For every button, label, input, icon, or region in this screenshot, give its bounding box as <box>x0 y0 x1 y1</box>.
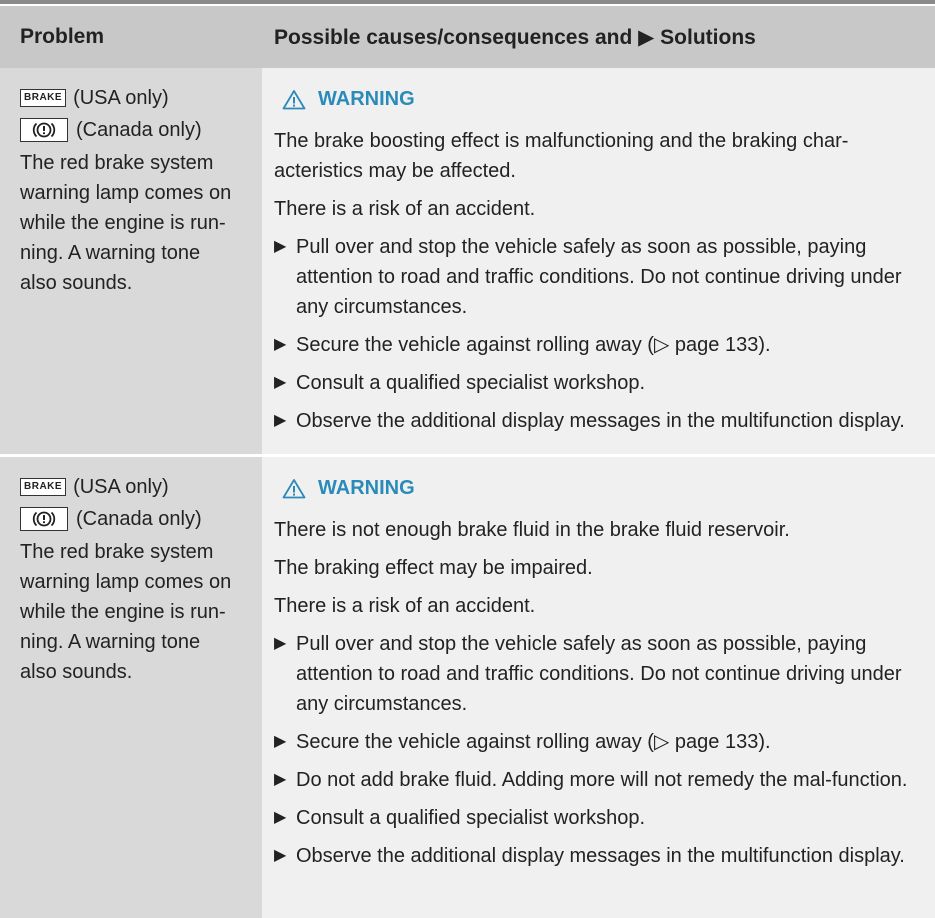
warning-text: The brake boosting effect is malfunction… <box>274 126 921 186</box>
warning-triangle-icon <box>282 89 306 110</box>
table-header-row: Problem Possible causes/consequences and… <box>0 6 935 68</box>
step-text: Secure the vehicle against rolling away … <box>296 731 771 753</box>
step-text: Do not add brake fluid. Adding more will… <box>296 769 907 791</box>
lamp-usa-label: (USA only) <box>73 472 169 502</box>
warning-triangle-icon <box>282 478 306 499</box>
warning-text-line: acteristics may be affected. <box>274 156 921 186</box>
step-text: Consult a qualified specialist workshop. <box>296 372 645 394</box>
brake-lamp-icon: BRAKE <box>20 89 66 107</box>
instruction-step: ▶ Consult a qualified specialist workshop… <box>274 803 921 833</box>
manual-page: Problem Possible causes/consequences and… <box>0 0 935 906</box>
lamp-canada-label: (Canada only) <box>76 115 202 145</box>
problem-header-label: Problem <box>20 25 104 48</box>
problem-line: while the engine is run- <box>20 208 252 238</box>
lamp-usa-label: (USA only) <box>73 83 169 113</box>
instruction-step: ▶ Observe the additional display messages… <box>274 406 921 436</box>
step-arrow-icon: ▶ <box>274 727 286 757</box>
solutions-arrow-icon: ▶ <box>638 26 654 49</box>
solution-cell: WARNING There is not enough brake fluid … <box>262 456 935 918</box>
problem-column-header: Problem <box>0 6 262 68</box>
step-arrow-icon: ▶ <box>274 330 286 360</box>
risk-statement: There is a risk of an accident. <box>274 194 921 224</box>
instruction-step: ▶ Observe the additional display messages… <box>274 841 921 871</box>
brake-lamp-icon: BRAKE <box>20 478 66 496</box>
table-row: BRAKE (USA only) <box>0 68 935 456</box>
solutions-header-prefix: Possible causes/consequences and <box>274 26 632 49</box>
problem-cell: BRAKE (USA only) <box>0 456 262 918</box>
troubleshooting-table: Problem Possible causes/consequences and… <box>0 6 935 918</box>
problem-description: The red brake system warning lamp comes … <box>20 537 252 687</box>
lamp-canada-label: (Canada only) <box>76 504 202 534</box>
step-arrow-icon: ▶ <box>274 841 286 871</box>
problem-line: warning lamp comes on <box>20 178 252 208</box>
solutions-column-header: Possible causes/consequences and ▶ Solut… <box>262 6 935 68</box>
problem-cell: BRAKE (USA only) <box>0 68 262 456</box>
lamp-canada-line: (Canada only) <box>20 114 252 146</box>
problem-line: warning lamp comes on <box>20 567 252 597</box>
brake-warning-circle-icon <box>20 507 68 531</box>
instruction-step: ▶ Pull over and stop the vehicle safely a… <box>274 629 921 719</box>
step-text: Observe the additional display messages … <box>296 845 905 867</box>
warning-heading: WARNING <box>282 471 921 505</box>
lamp-usa-line: BRAKE (USA only) <box>20 471 252 503</box>
warning-text-line: The brake boosting effect is malfunction… <box>274 126 921 156</box>
instruction-step: ▶ Do not add brake fluid. Adding more wil… <box>274 765 921 795</box>
step-arrow-icon: ▶ <box>274 803 286 833</box>
problem-line: The red brake system <box>20 148 252 178</box>
problem-line: also sounds. <box>20 657 252 687</box>
instruction-step: ▶ Pull over and stop the vehicle safely a… <box>274 232 921 322</box>
warning-label: WARNING <box>318 473 415 503</box>
step-text: Pull over and stop the vehicle safely as… <box>296 236 902 318</box>
step-text: Secure the vehicle against rolling away … <box>296 334 771 356</box>
top-rule <box>0 0 935 4</box>
step-arrow-icon: ▶ <box>274 232 286 262</box>
step-arrow-icon: ▶ <box>274 765 286 795</box>
warning-text-line: There is not enough brake fluid in the b… <box>274 515 921 545</box>
step-text: Observe the additional display messages … <box>296 410 905 432</box>
brake-warning-circle-icon <box>20 118 68 142</box>
risk-statement: There is a risk of an accident. <box>274 591 921 621</box>
lamp-usa-line: BRAKE (USA only) <box>20 82 252 114</box>
problem-line: The red brake system <box>20 537 252 567</box>
problem-line: ning. A warning tone <box>20 627 252 657</box>
step-arrow-icon: ▶ <box>274 368 286 398</box>
warning-heading: WARNING <box>282 82 921 116</box>
problem-line: ning. A warning tone <box>20 238 252 268</box>
step-text: Consult a qualified specialist workshop. <box>296 807 645 829</box>
lamp-canada-line: (Canada only) <box>20 503 252 535</box>
problem-line: while the engine is run- <box>20 597 252 627</box>
problem-line: also sounds. <box>20 268 252 298</box>
instruction-step: ▶ Secure the vehicle against rolling away… <box>274 330 921 360</box>
solution-cell: WARNING The brake boosting effect is mal… <box>262 68 935 456</box>
step-arrow-icon: ▶ <box>274 406 286 436</box>
instruction-step: ▶ Secure the vehicle against rolling away… <box>274 727 921 757</box>
instruction-step: ▶ Consult a qualified specialist workshop… <box>274 368 921 398</box>
step-arrow-icon: ▶ <box>274 629 286 659</box>
table-row: BRAKE (USA only) <box>0 456 935 918</box>
step-text: Pull over and stop the vehicle safely as… <box>296 633 902 715</box>
problem-description: The red brake system warning lamp comes … <box>20 148 252 298</box>
solutions-header-suffix: Solutions <box>660 26 756 49</box>
warning-label: WARNING <box>318 84 415 114</box>
warning-text-line: The braking effect may be impaired. <box>274 553 921 583</box>
